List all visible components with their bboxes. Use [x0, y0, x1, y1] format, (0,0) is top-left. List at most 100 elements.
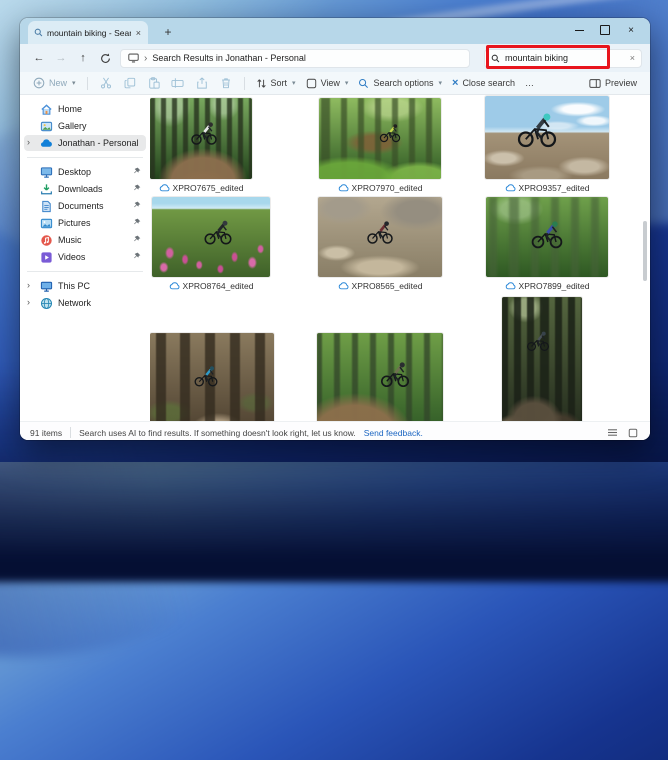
- file-item-xpro8565_edited[interactable]: [318, 197, 442, 277]
- file-name-label[interactable]: XPRO8764_edited: [156, 280, 266, 292]
- sidebar-item-downloads[interactable]: Downloads: [24, 181, 146, 197]
- sidebar-item-documents[interactable]: Documents: [24, 198, 146, 214]
- search-options-button[interactable]: Search options▾: [353, 74, 447, 92]
- expander-chevron-icon[interactable]: ›: [27, 280, 30, 290]
- share-button[interactable]: [193, 74, 211, 92]
- preview-button[interactable]: Preview: [584, 74, 642, 92]
- sort-icon: [256, 78, 267, 89]
- new-button[interactable]: New▾: [28, 74, 81, 92]
- file-name-label[interactable]: XPRO7970_edited: [325, 182, 435, 194]
- sidebar-item-pictures[interactable]: Pictures: [24, 215, 146, 231]
- breadcrumb[interactable]: Search Results in Jonathan - Personal: [152, 53, 306, 63]
- details-view-toggle[interactable]: [605, 426, 619, 440]
- search-icon: [34, 28, 43, 37]
- sidebar-item-desktop[interactable]: Desktop: [24, 164, 146, 180]
- file-name-text: XPRO8764_edited: [183, 281, 254, 291]
- breadcrumb-chevron: ›: [144, 53, 147, 64]
- title-bar[interactable]: mountain biking - Search Res × + ×: [20, 18, 650, 44]
- sidebar-item-music[interactable]: Music: [24, 232, 146, 248]
- sidebar-item-gallery[interactable]: Gallery: [24, 118, 146, 134]
- sidebar-item-home[interactable]: Home: [24, 101, 146, 117]
- file-name-label[interactable]: XPRO8565_edited: [325, 280, 435, 292]
- paste-button[interactable]: [145, 74, 163, 92]
- explorer-tab[interactable]: mountain biking - Search Res ×: [28, 21, 148, 44]
- refresh-button[interactable]: [94, 48, 116, 68]
- see-more-button[interactable]: …: [520, 74, 539, 92]
- close-search-x-icon: ×: [452, 77, 458, 89]
- sidebar-item-label: Videos: [58, 252, 128, 262]
- file-item[interactable]: [150, 333, 274, 421]
- navigation-pane: HomeGallery›Jonathan - Personal Desktop Do…: [20, 95, 150, 421]
- downloads-icon: [40, 183, 53, 196]
- mountain-biker-figure: [529, 218, 565, 249]
- window-controls: ×: [566, 20, 644, 40]
- search-box[interactable]: mountain biking ×: [484, 49, 642, 68]
- search-clear-icon[interactable]: ×: [630, 53, 635, 63]
- cut-button[interactable]: [97, 74, 115, 92]
- delete-button[interactable]: [217, 74, 235, 92]
- app-body: HomeGallery›Jonathan - Personal Desktop Do…: [20, 95, 650, 421]
- cut-icon: [100, 77, 112, 89]
- close-search-button[interactable]: × Close search: [447, 74, 520, 92]
- file-name-label[interactable]: XPRO7675_edited: [150, 182, 256, 194]
- back-button[interactable]: ←: [28, 48, 50, 68]
- view-button[interactable]: View▾: [301, 74, 354, 92]
- tab-close-icon[interactable]: ×: [135, 28, 142, 38]
- vertical-scrollbar[interactable]: [643, 221, 647, 281]
- file-name-label[interactable]: XPRO7899_edited: [492, 280, 602, 292]
- pinned-indicator: [133, 235, 141, 245]
- paste-icon: [148, 77, 160, 89]
- photo-thumbnail: [502, 297, 582, 421]
- search-input-value[interactable]: mountain biking: [505, 53, 568, 63]
- file-item[interactable]: [502, 297, 582, 421]
- share-icon: [196, 77, 208, 89]
- onedrive-icon: [40, 137, 53, 150]
- onedrive-status-cloud-icon: [338, 184, 349, 192]
- expander-chevron-icon[interactable]: ›: [27, 297, 30, 307]
- thumbnail-view-toggle[interactable]: [626, 426, 640, 440]
- rename-button[interactable]: [169, 74, 187, 92]
- mountain-biker-figure: [192, 364, 219, 387]
- file-item-xpro8764_edited[interactable]: [152, 197, 270, 277]
- pinned-indicator: [133, 252, 141, 262]
- sidebar-item-label: Downloads: [58, 184, 128, 194]
- sidebar-separator: [27, 157, 143, 158]
- documents-icon: [40, 200, 53, 213]
- file-item-xpro7970_edited[interactable]: [319, 98, 441, 179]
- send-feedback-link[interactable]: Send feedback.: [364, 428, 423, 438]
- maximize-icon: [600, 25, 610, 35]
- foreground-terrain: [502, 297, 582, 421]
- expander-chevron-icon[interactable]: ›: [27, 137, 30, 147]
- sidebar-item-network[interactable]: ›Network: [24, 295, 146, 311]
- pictures-icon: [40, 217, 53, 230]
- forward-button[interactable]: →: [50, 48, 72, 68]
- file-item-xpro9357_edited[interactable]: [485, 96, 609, 179]
- pin-icon: [133, 167, 141, 175]
- file-item-xpro7675_edited[interactable]: [150, 98, 252, 179]
- sort-button[interactable]: Sort▾: [251, 74, 301, 92]
- toolbar-separator: [87, 77, 88, 90]
- file-item-xpro7899_edited[interactable]: [486, 197, 608, 277]
- mountain-biker-figure: [189, 119, 219, 145]
- sidebar-item-label: Documents: [58, 201, 128, 211]
- sidebar-item-label: Music: [58, 235, 128, 245]
- file-item[interactable]: [317, 333, 443, 421]
- new-tab-button[interactable]: +: [160, 25, 176, 41]
- close-button[interactable]: ×: [618, 20, 644, 40]
- sidebar-item-videos[interactable]: Videos: [24, 249, 146, 265]
- chevron-down-icon: ▾: [345, 79, 349, 87]
- mountain-biker-figure: [525, 329, 551, 351]
- maximize-button[interactable]: [592, 20, 618, 40]
- minimize-button[interactable]: [566, 20, 592, 40]
- copy-button[interactable]: [121, 74, 139, 92]
- tab-title: mountain biking - Search Res: [47, 28, 131, 38]
- photo-thumbnail: [150, 333, 274, 421]
- address-bar[interactable]: › Search Results in Jonathan - Personal: [120, 49, 470, 68]
- up-button[interactable]: ↑: [72, 48, 94, 68]
- file-name-label[interactable]: XPRO9357_edited: [492, 182, 602, 194]
- sidebar-item-this-pc[interactable]: ›This PC: [24, 278, 146, 294]
- item-count: 91 items: [30, 428, 62, 438]
- sidebar-separator: [27, 271, 143, 272]
- sidebar-item-jonathan-personal[interactable]: ›Jonathan - Personal: [24, 135, 146, 151]
- photo-thumbnail: [486, 197, 608, 277]
